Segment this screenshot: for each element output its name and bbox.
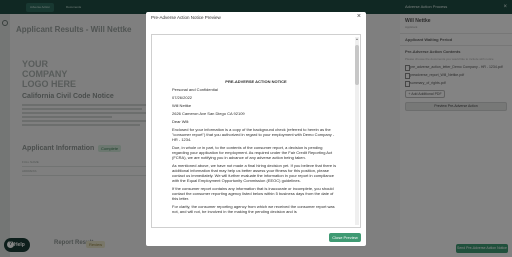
modal-title: Pre-Adverse Action Notice Preview — [151, 15, 221, 20]
scrollbar-thumb[interactable] — [355, 45, 359, 85]
confidential-line: Personal and Confidential — [172, 87, 218, 92]
recipient-address: 2626 Cameron Ave San Diego CA 92109 — [172, 111, 245, 116]
document-heading: PRE-ADVERSE ACTION NOTICE — [225, 79, 287, 84]
greeting: Dear Will: — [172, 119, 190, 124]
close-preview-button[interactable]: Close Preview — [329, 233, 361, 242]
recipient-name: Will Nettke — [172, 103, 192, 108]
paragraph: For clarity, the consumer reporting agen… — [172, 204, 335, 214]
paragraph: Due, in whole or in part, to the content… — [172, 145, 333, 160]
paragraph: If the consumer report contains any info… — [172, 186, 334, 201]
preview-modal: Pre-Adverse Action Notice Preview × PRE-… — [146, 12, 366, 246]
paragraph: Enclosed for your information is a copy … — [172, 127, 335, 142]
close-icon[interactable]: × — [357, 13, 361, 20]
document-viewer[interactable]: PRE-ADVERSE ACTION NOTICE Personal and C… — [151, 34, 361, 228]
document-date: 07/26/2022 — [172, 95, 193, 100]
paragraph: As mentioned above, we have not made a f… — [172, 163, 337, 183]
scroll-up-icon[interactable]: ▲ — [355, 37, 359, 41]
notice-document: PRE-ADVERSE ACTION NOTICE Personal and C… — [172, 79, 340, 217]
